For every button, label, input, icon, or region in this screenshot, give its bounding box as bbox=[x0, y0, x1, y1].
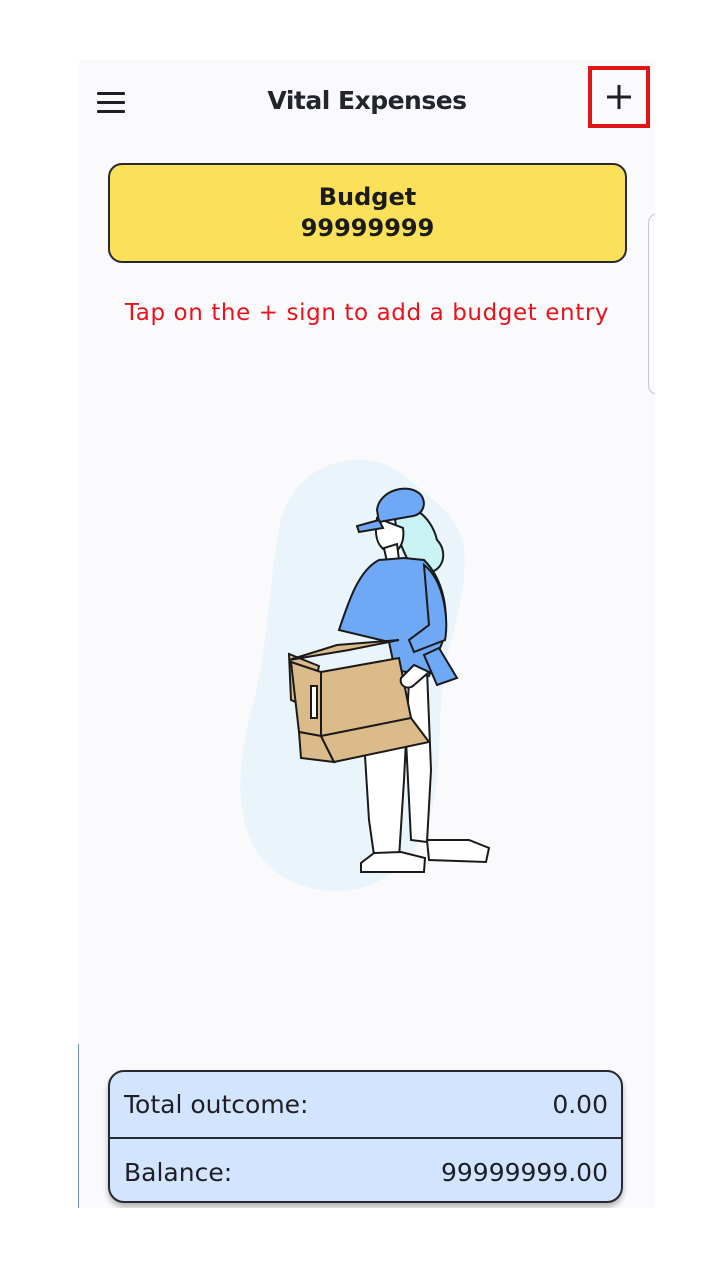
budget-card[interactable]: Budget 99999999 bbox=[108, 163, 627, 263]
add-budget-entry-button[interactable] bbox=[588, 66, 650, 128]
summary-card: Total outcome: 0.00 Balance: 99999999.00 bbox=[108, 1070, 623, 1203]
app-screen: Vital Expenses Budget 99999999 Tap on th… bbox=[79, 60, 655, 1208]
page-title: Vital Expenses bbox=[267, 86, 467, 115]
balance-value: 99999999.00 bbox=[440, 1157, 608, 1187]
person-holding-box-illustration bbox=[240, 459, 491, 892]
plus-icon bbox=[607, 85, 631, 109]
budget-label: Budget bbox=[318, 183, 417, 211]
balance-row: Balance: 99999999.00 bbox=[110, 1139, 621, 1201]
total-outcome-value: 0.00 bbox=[552, 1090, 608, 1119]
total-outcome-row: Total outcome: 0.00 bbox=[110, 1072, 621, 1139]
balance-label: Balance: bbox=[124, 1157, 233, 1187]
hint-text: Tap on the + sign to add a budget entry bbox=[124, 300, 610, 326]
budget-value: 99999999 bbox=[300, 214, 435, 242]
total-outcome-label: Total outcome: bbox=[124, 1090, 309, 1119]
app-bar: Vital Expenses bbox=[79, 60, 655, 142]
